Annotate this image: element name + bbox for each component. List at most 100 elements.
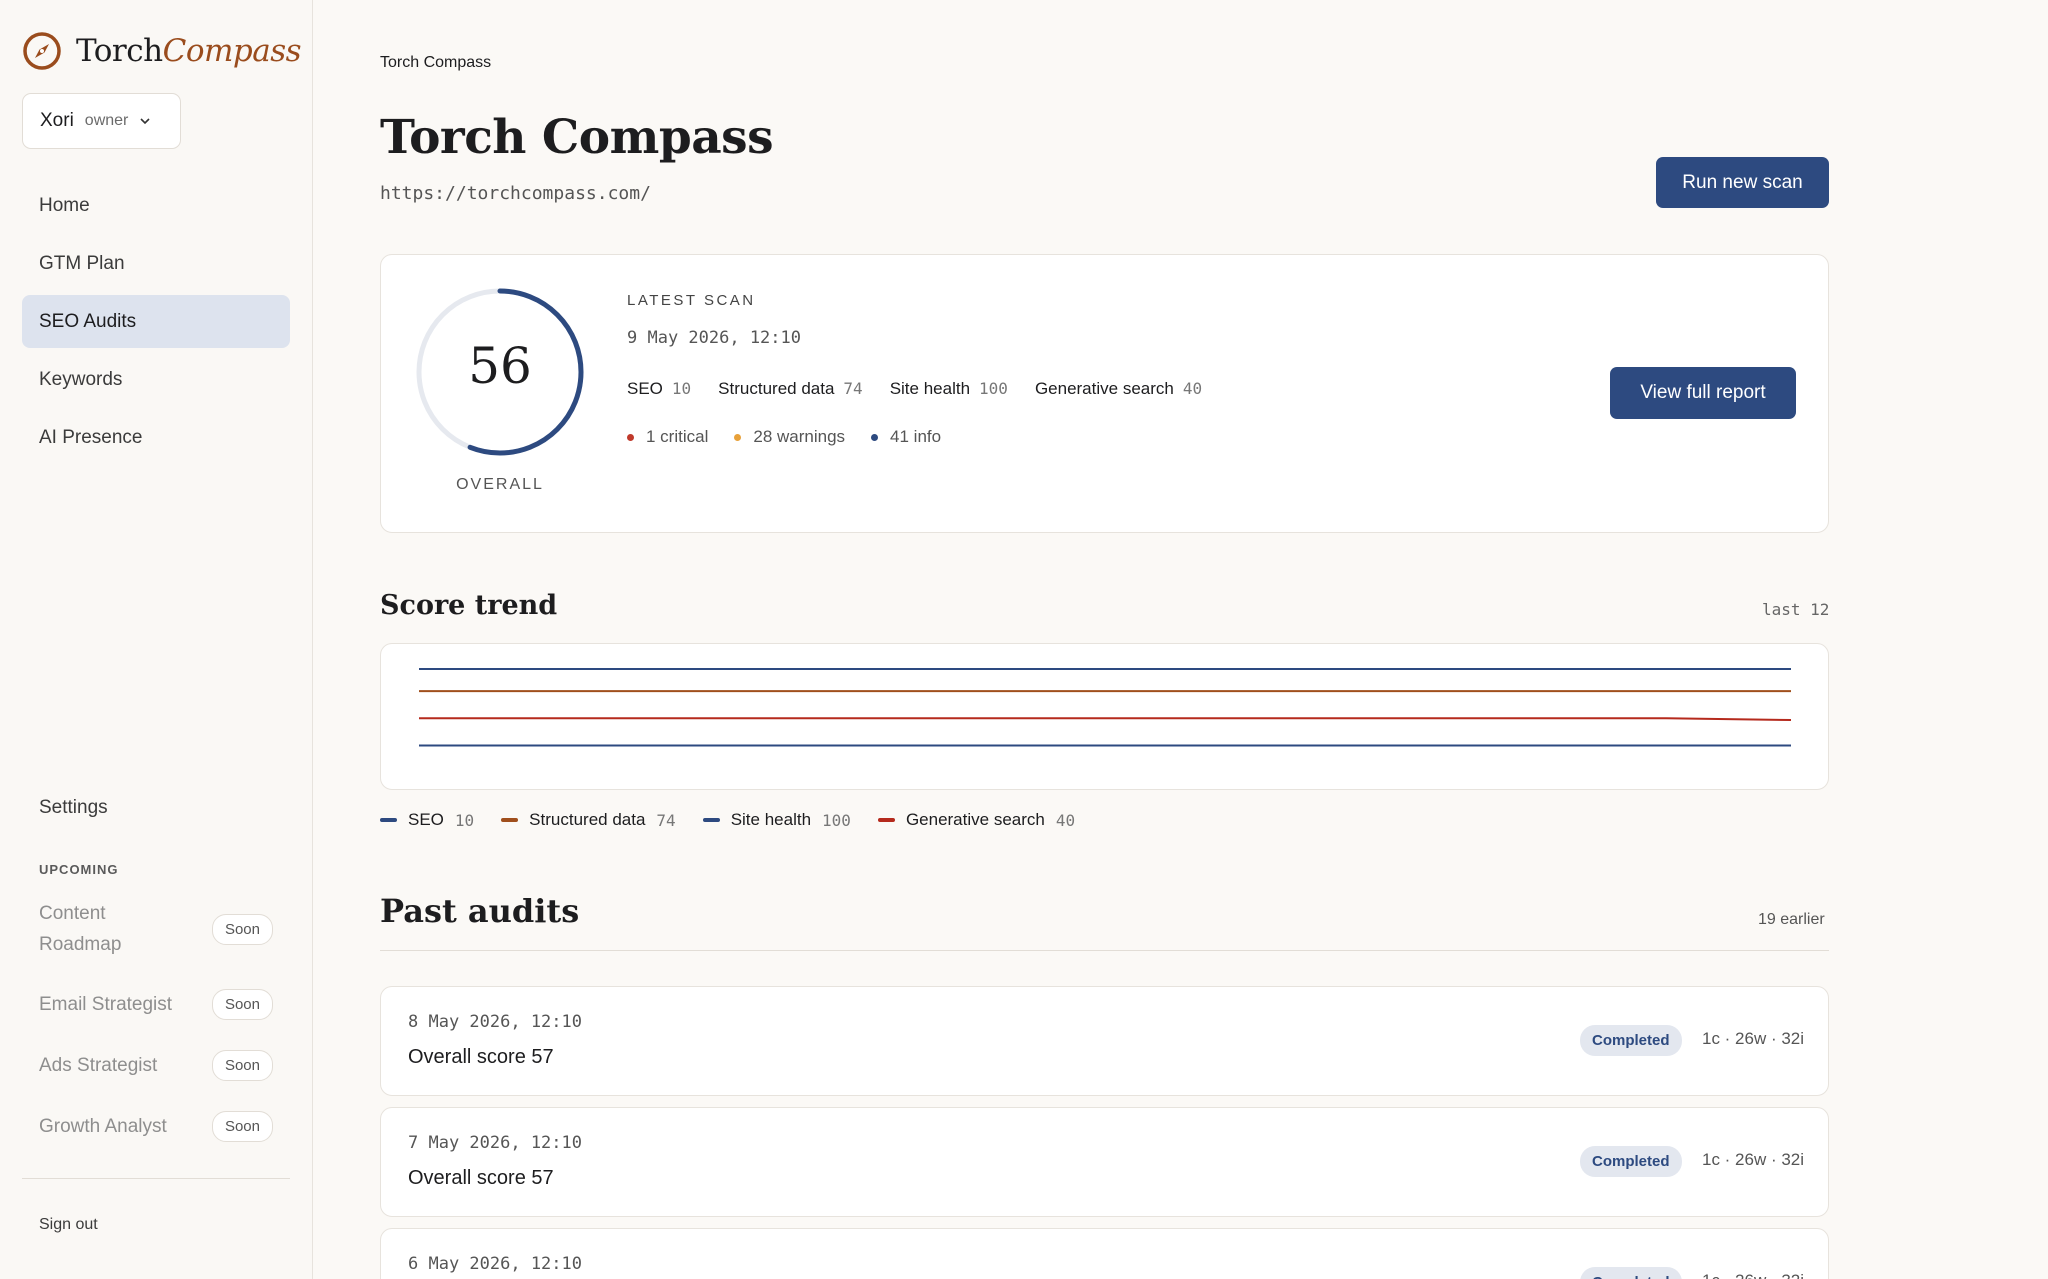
brand-logo[interactable]: TorchCompass: [22, 31, 302, 71]
legend-item-generative-search: Generative search 40: [877, 810, 1076, 830]
sidebar-item-gtm-plan[interactable]: GTM Plan: [22, 237, 290, 290]
soon-badge: Soon: [211, 1050, 273, 1081]
overall-score-label: OVERALL: [456, 476, 544, 493]
score-name: Site health: [889, 379, 971, 398]
upcoming-item-content-roadmap: Content Roadmap Soon: [39, 898, 273, 960]
audit-issue-counts: 1c · 26w · 32i: [1702, 1271, 1804, 1279]
overall-score-value: 56: [468, 337, 532, 395]
sidebar-item-ai-presence[interactable]: AI Presence: [22, 411, 290, 464]
audit-row[interactable]: 7 May 2026, 12:10 Overall score 57 Compl…: [380, 1107, 1829, 1217]
score-value: 74: [843, 379, 863, 398]
account-switcher[interactable]: Xori owner: [22, 93, 181, 149]
past-audits-title: Past audits: [380, 892, 580, 930]
legend-swatch: [877, 818, 895, 822]
latest-scan-date: 9 May 2026, 12:10: [627, 328, 801, 348]
brand-name-main: Torch: [76, 33, 163, 69]
legend-value: 40: [1055, 810, 1076, 830]
latest-scan-label: LATEST SCAN: [627, 292, 756, 309]
site-url: https://torchcompass.com/: [380, 183, 651, 204]
latest-scan-card: 56 OVERALL LATEST SCAN 9 May 2026, 12:10…: [380, 254, 1829, 533]
brand-name-accent: Compass: [162, 33, 302, 69]
upcoming-item-email-strategist: Email Strategist Soon: [39, 989, 273, 1020]
sidebar-item-settings[interactable]: Settings: [39, 797, 108, 819]
brand-name: TorchCompass: [76, 33, 302, 69]
soon-badge: Soon: [211, 989, 273, 1020]
sidebar-item-keywords[interactable]: Keywords: [22, 353, 290, 406]
upcoming-item-label: Email Strategist: [39, 994, 173, 1015]
sidebar: TorchCompass Xori owner Home GTM Plan SE…: [0, 0, 313, 1279]
upcoming-item-label: Content Roadmap: [39, 903, 122, 955]
score-trend-chart: [380, 643, 1829, 790]
score-value: 40: [1182, 379, 1203, 398]
audit-score: Overall score 57: [408, 1167, 554, 1189]
chevron-down-icon: [140, 118, 150, 125]
audit-date: 8 May 2026, 12:10: [408, 1012, 582, 1032]
legend-name: Structured data: [529, 810, 646, 829]
legend-name: SEO: [408, 810, 444, 829]
sidebar-item-label: SEO Audits: [39, 310, 137, 332]
audit-score: Overall score 57: [408, 1046, 554, 1068]
compass-icon: [23, 32, 61, 70]
sidebar-item-home[interactable]: Home: [22, 179, 290, 232]
sidebar-item-label: AI Presence: [39, 426, 143, 448]
legend-swatch: [702, 818, 720, 822]
sidebar-item-seo-audits[interactable]: SEO Audits: [22, 295, 290, 348]
score-generative-search: Generative search 40: [1035, 379, 1202, 399]
critical-dot-icon: [627, 433, 634, 441]
issue-label: 28 warnings: [753, 427, 846, 446]
status-badge: Completed: [1580, 1146, 1682, 1177]
trend-line-generative-search: [419, 717, 1792, 721]
status-badge: Completed: [1580, 1267, 1682, 1279]
upcoming-item-label: Growth Analyst: [39, 1116, 167, 1137]
past-audits-count[interactable]: 19 earlier: [1758, 911, 1825, 929]
audit-row[interactable]: 8 May 2026, 12:10 Overall score 57 Compl…: [380, 986, 1829, 1096]
legend-value: 74: [656, 810, 676, 830]
score-value: 10: [671, 379, 692, 398]
score-trend-title: Score trend: [380, 590, 558, 621]
issue-info: 41 info: [871, 427, 941, 447]
upcoming-item-label: Ads Strategist: [39, 1055, 158, 1076]
score-name: Structured data: [718, 379, 835, 398]
upcoming-item-ads-strategist: Ads Strategist Soon: [39, 1050, 273, 1081]
issue-critical: 1 critical: [627, 427, 708, 447]
audit-issue-counts: 1c · 26w · 32i: [1702, 1150, 1805, 1169]
audit-issue-counts: 1c · 26w · 32i: [1702, 1029, 1805, 1048]
legend-name: Generative search: [905, 810, 1045, 829]
run-new-scan-button[interactable]: Run new scan: [1656, 157, 1829, 208]
account-role: owner: [84, 112, 129, 129]
sign-out-link[interactable]: Sign out: [39, 1216, 98, 1234]
legend-item-site-health: Site health 100: [702, 810, 851, 830]
score-name: Generative search: [1034, 379, 1174, 398]
score-value: 100: [979, 379, 1008, 398]
soon-badge: Soon: [211, 1111, 273, 1142]
soon-badge: Soon: [211, 913, 273, 945]
issue-label: 1 critical: [646, 427, 709, 446]
score-trend-range: last 12: [1762, 600, 1830, 619]
score-seo: SEO 10: [627, 379, 691, 399]
upcoming-heading: UPCOMING: [39, 862, 119, 877]
section-divider: [380, 950, 1829, 951]
sidebar-item-label: GTM Plan: [39, 252, 125, 274]
score-structured-data: Structured data 74: [718, 379, 863, 399]
audit-date: 6 May 2026, 12:10: [408, 1254, 582, 1274]
trend-chart-svg: [419, 668, 1792, 747]
status-badge: Completed: [1580, 1025, 1682, 1056]
issue-warnings: 28 warnings: [734, 427, 845, 447]
sidebar-item-label: Keywords: [39, 368, 123, 390]
account-name: Xori: [40, 110, 74, 131]
issue-summary: 1 critical 28 warnings 41 info: [627, 427, 967, 447]
legend-swatch: [380, 818, 397, 822]
category-scores: SEO 10 Structured data 74 Site health 100 G…: [627, 379, 1229, 399]
page-title: Torch Compass: [380, 110, 774, 165]
breadcrumb[interactable]: Torch Compass: [380, 54, 491, 72]
audit-row[interactable]: 6 May 2026, 12:10 Completed 1c · 26w · 3…: [380, 1228, 1829, 1279]
warning-dot-icon: [734, 433, 742, 441]
view-full-report-button[interactable]: View full report: [1610, 367, 1796, 419]
trend-legend: SEO 10 Structured data 74 Site health 100 G…: [380, 810, 1102, 830]
info-dot-icon: [871, 433, 879, 441]
sidebar-nav: Home GTM Plan SEO Audits Keywords AI Pre…: [22, 179, 290, 469]
legend-swatch: [501, 818, 519, 822]
legend-name: Site health: [730, 810, 812, 829]
audit-date: 7 May 2026, 12:10: [408, 1133, 582, 1153]
score-site-health: Site health 100: [890, 379, 1008, 399]
